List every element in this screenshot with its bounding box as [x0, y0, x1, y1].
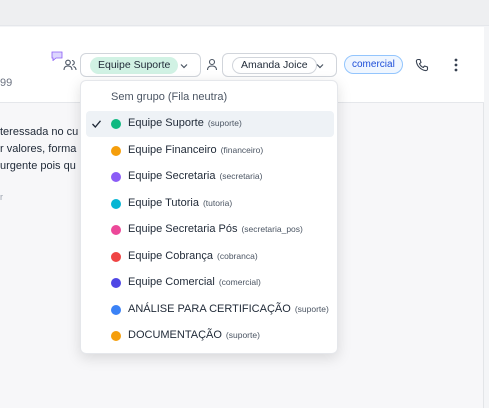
dropdown-option-no-group[interactable]: Sem grupo (Fila neutra)	[111, 91, 227, 103]
dropdown-option-label: Equipe Cobrança (cobranca)	[128, 250, 258, 262]
dropdown-option-label: Equipe Secretaria (secretaria)	[128, 170, 262, 182]
team-color-dot-icon	[111, 278, 121, 288]
dropdown-option[interactable]: ANÁLISE PARA CERTIFICAÇÃO (suporte)	[86, 297, 334, 323]
team-color-dot-icon	[111, 145, 121, 156]
message-line: teressada no cu	[0, 126, 79, 138]
dropdown-option[interactable]: Equipe Secretaria (secretaria)	[86, 164, 334, 190]
team-name: Equipe Financeiro	[128, 143, 217, 156]
agent-pill: Amanda Joice	[232, 57, 317, 74]
dropdown-option-label: Equipe Comercial (comercial)	[128, 276, 261, 288]
chat-bubble-icon	[51, 51, 63, 61]
team-name: Equipe Cobrança	[128, 249, 214, 262]
contact-phone-suffix: 99	[0, 77, 13, 89]
user-icon	[206, 58, 218, 71]
message-line: r valores, forma	[0, 143, 77, 155]
team-name: Equipe Secretaria	[128, 170, 216, 182]
dropdown-option-label: Equipe Secretaria Pós (secretaria_pos)	[128, 223, 303, 235]
dropdown-option-label: Equipe Financeiro (financeiro)	[128, 144, 263, 156]
team-code: (financeiro)	[220, 144, 264, 155]
chevron-down-icon	[316, 64, 324, 69]
team-code: (secretaria_pos)	[241, 224, 303, 234]
dropdown-option[interactable]: Equipe Suporte (suporte)	[86, 111, 334, 137]
team-color-dot-icon	[111, 198, 121, 209]
chevron-down-icon	[180, 64, 188, 69]
message-line: urgente pois qu	[0, 160, 76, 172]
team-color-dot-icon	[111, 172, 121, 182]
team-color-dot-icon	[111, 225, 121, 235]
dropdown-option[interactable]: Equipe Tutoria (tutoria)	[86, 191, 334, 217]
dropdown-option[interactable]: DOCUMENTAÇÃO (suporte)	[86, 323, 334, 349]
agent-select[interactable]: Amanda Joice	[222, 53, 337, 77]
message-time: r	[0, 192, 3, 202]
team-color-dot-icon	[111, 251, 121, 262]
team-name: ANÁLISE PARA CERTIFICAÇÃO	[128, 302, 291, 315]
tag-badge[interactable]: comercial	[344, 55, 403, 74]
team-code: (tutoria)	[202, 197, 233, 208]
dropdown-option-label: Equipe Suporte (suporte)	[128, 117, 242, 129]
users-icon	[63, 59, 77, 71]
team-dropdown-menu: Sem grupo (Fila neutra) Equipe Suporte (s…	[80, 80, 338, 354]
phone-icon[interactable]	[415, 58, 429, 72]
dropdown-option[interactable]: Equipe Financeiro (financeiro)	[86, 138, 334, 164]
dropdown-option-label: Equipe Tutoria (tutoria)	[128, 197, 232, 209]
dropdown-option-label: ANÁLISE PARA CERTIFICAÇÃO (suporte)	[128, 303, 329, 315]
team-name: DOCUMENTAÇÃO	[128, 329, 222, 341]
team-code: (comercial)	[218, 277, 261, 287]
team-code: (cobranca)	[217, 250, 258, 261]
team-color-dot-icon	[111, 119, 121, 129]
team-name: Equipe Comercial	[128, 276, 215, 288]
top-bar	[0, 0, 489, 26]
team-name: Equipe Secretaria Pós	[128, 223, 238, 235]
check-icon	[92, 120, 101, 128]
team-select[interactable]: Equipe Suporte	[80, 53, 201, 77]
dropdown-option[interactable]: Equipe Secretaria Pós (secretaria_pos)	[86, 217, 334, 243]
dropdown-option[interactable]: Equipe Cobrança (cobranca)	[86, 244, 334, 270]
team-name: Equipe Tutoria	[128, 196, 199, 209]
team-code: (suporte)	[207, 118, 242, 128]
more-vertical-icon[interactable]	[451, 57, 461, 73]
dropdown-option-label: DOCUMENTAÇÃO (suporte)	[128, 329, 260, 341]
team-code: (secretaria)	[219, 171, 263, 181]
team-code: (suporte)	[294, 303, 329, 314]
team-color-dot-icon	[111, 331, 121, 341]
team-code: (suporte)	[225, 330, 260, 340]
team-name: Equipe Suporte	[128, 117, 204, 129]
dropdown-option[interactable]: Equipe Comercial (comercial)	[86, 270, 334, 296]
team-pill: Equipe Suporte	[90, 57, 179, 74]
team-color-dot-icon	[111, 304, 121, 315]
